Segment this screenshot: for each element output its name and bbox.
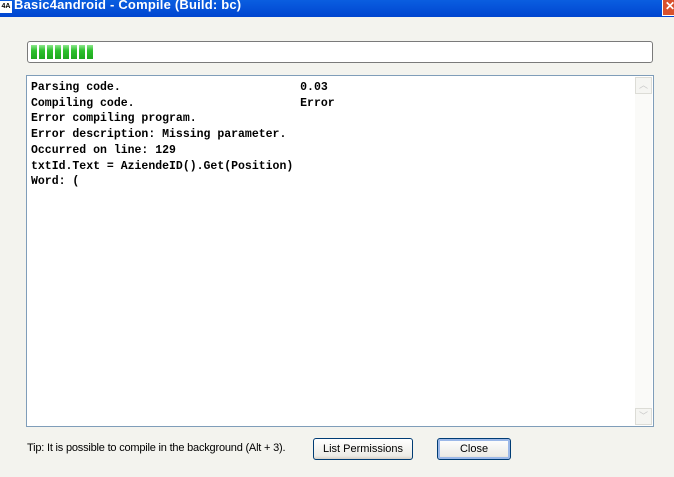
progress-segment	[79, 45, 85, 59]
compile-output-textarea[interactable]: Parsing code. 0.03 Compiling code. Error…	[26, 75, 654, 427]
compile-progress-bar	[27, 41, 653, 63]
output-line: Occurred on line: 129	[31, 143, 176, 157]
list-permissions-button[interactable]: List Permissions	[313, 438, 413, 460]
progress-segment	[31, 45, 37, 59]
progress-segment	[55, 45, 61, 59]
tip-text: Tip: It is possible to compile in the ba…	[27, 442, 286, 454]
progress-segment	[87, 45, 93, 59]
scroll-up-icon[interactable]: ︿	[635, 77, 652, 94]
progress-segment	[71, 45, 77, 59]
output-line: Error compiling program.	[31, 112, 197, 126]
app-icon: 4A	[0, 1, 12, 13]
progress-segment	[63, 45, 69, 59]
output-line: Word: (	[31, 175, 80, 189]
progress-segment	[39, 45, 45, 59]
output-line: Error description: Missing parameter.	[31, 128, 287, 142]
output-text: Parsing code. 0.03 Compiling code. Error…	[31, 80, 335, 190]
vertical-scrollbar[interactable]: ︿ ﹀	[635, 77, 652, 425]
window-close-button[interactable]: ✕	[662, 0, 674, 16]
output-line: Compiling code. Error	[31, 96, 335, 110]
progress-segment	[47, 45, 53, 59]
close-button[interactable]: Close	[437, 438, 511, 460]
progress-fill	[31, 45, 93, 59]
output-line: txtId.Text = AziendeID().Get(Position)	[31, 159, 294, 173]
scroll-down-icon[interactable]: ﹀	[635, 408, 652, 425]
title-bar[interactable]: 4A Basic4android - Compile (Build: bc) ✕	[0, 0, 674, 17]
output-line: Parsing code. 0.03	[31, 81, 328, 94]
window-title: Basic4android - Compile (Build: bc)	[14, 0, 242, 12]
